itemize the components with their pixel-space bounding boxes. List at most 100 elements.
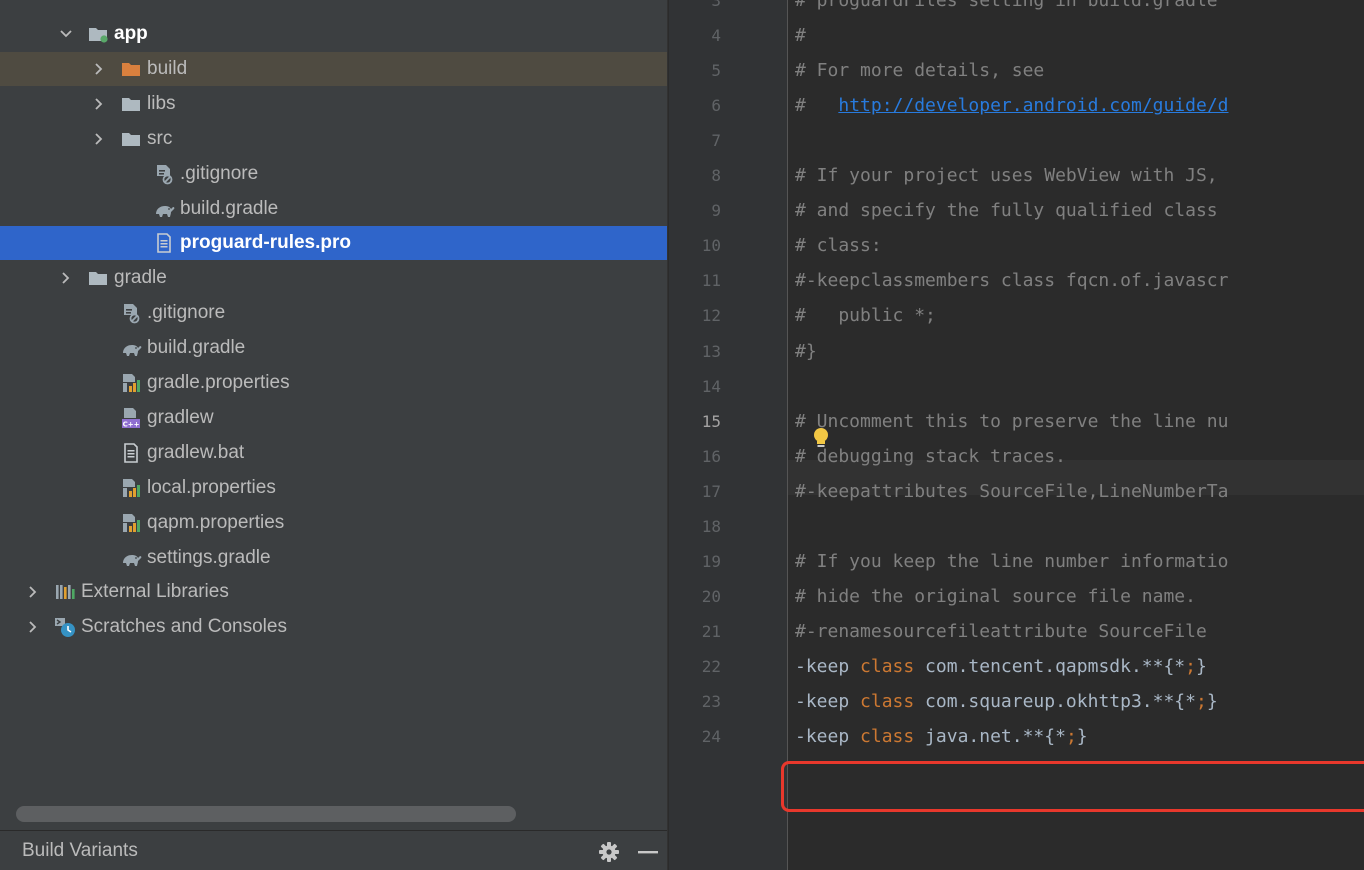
- line-number: 24: [701, 727, 721, 747]
- keyword-token: ;: [1065, 726, 1077, 748]
- chevron-right-icon[interactable]: [55, 267, 77, 289]
- tree-item[interactable]: .gitignore: [0, 157, 667, 191]
- tree-item[interactable]: .gitignore: [0, 296, 667, 330]
- code-token: # proguardFiles setting in build.gradle: [795, 0, 1218, 11]
- tree-item[interactable]: C++ gradlew: [0, 401, 667, 435]
- text-file-icon: [153, 232, 175, 254]
- tree-item[interactable]: External Libraries: [0, 575, 667, 609]
- code-line[interactable]: # If you keep the line number informatio: [795, 544, 1228, 579]
- line-number: 3: [711, 0, 721, 10]
- tree-item[interactable]: gradle.properties: [0, 366, 667, 400]
- url-link[interactable]: http://developer.android.com/guide/d: [838, 95, 1228, 116]
- code-token: # If your project uses WebView with JS,: [795, 165, 1218, 187]
- line-number: 5: [711, 61, 721, 81]
- tree-item-label: qapm.properties: [147, 511, 285, 533]
- code-line[interactable]: #-keepclassmembers class fqcn.of.javascr: [795, 263, 1228, 298]
- library-icon: [54, 581, 76, 603]
- tree-item-label: gradlew: [147, 406, 214, 428]
- line-number: 4: [711, 26, 721, 46]
- code-line[interactable]: # public *;: [795, 298, 936, 333]
- chevron-right-icon[interactable]: [88, 58, 110, 80]
- code-line[interactable]: #}: [795, 334, 817, 369]
- line-number: 21: [701, 621, 721, 641]
- chevron-right-icon[interactable]: [22, 581, 44, 603]
- tree-item[interactable]: proguard-rules.pro: [0, 226, 667, 261]
- chevron-right-icon[interactable]: [88, 93, 110, 115]
- code-line[interactable]: # For more details, see: [795, 53, 1044, 88]
- code-line[interactable]: # If your project uses WebView with JS,: [795, 158, 1218, 193]
- properties-file-icon: [120, 372, 142, 394]
- line-number: 6: [711, 96, 721, 116]
- folder-icon: [120, 93, 142, 115]
- tree-item[interactable]: libs: [0, 87, 667, 121]
- horizontal-scrollbar[interactable]: [16, 806, 652, 822]
- tree-item[interactable]: local.properties: [0, 471, 667, 505]
- code-line[interactable]: # and specify the fully qualified class: [795, 193, 1218, 228]
- tree-item-label: .gitignore: [147, 302, 226, 324]
- tree-item[interactable]: app: [0, 17, 667, 51]
- chevron-right-icon[interactable]: [88, 128, 110, 150]
- line-number: 11: [701, 271, 721, 291]
- code-token: }: [1206, 691, 1218, 712]
- code-token: # For more details, see: [795, 60, 1045, 82]
- lightbulb-icon[interactable]: [812, 426, 830, 450]
- properties-file-icon: [120, 477, 142, 499]
- keyword-token: class: [860, 691, 915, 712]
- build-variants-tab[interactable]: Build Variants: [22, 840, 138, 862]
- gear-icon[interactable]: [598, 841, 620, 863]
- tree-item[interactable]: src: [0, 122, 667, 156]
- code-token: -keep: [795, 726, 861, 748]
- code-token: }: [1076, 726, 1088, 748]
- line-number: 9: [711, 201, 721, 221]
- code-line[interactable]: -keep class com.squareup.okhttp3.**{*;}: [795, 684, 1218, 719]
- tree-item[interactable]: build.gradle: [0, 192, 667, 226]
- chevron-down-icon[interactable]: [55, 23, 77, 45]
- chevron-right-icon[interactable]: [22, 616, 44, 638]
- code-line[interactable]: # class:: [795, 228, 882, 263]
- highlighted-line-annotation: [781, 761, 1364, 812]
- module-folder-icon: [87, 23, 109, 45]
- code-line[interactable]: #: [795, 18, 806, 53]
- code-line[interactable]: # Uncomment this to preserve the line nu: [795, 404, 1228, 439]
- tree-item[interactable]: build.gradle: [0, 331, 667, 365]
- gradle-elephant-icon: [120, 337, 142, 359]
- tree-item[interactable]: build: [0, 51, 667, 86]
- code-line[interactable]: #-keepattributes SourceFile,LineNumberTa: [795, 474, 1228, 509]
- tree-item[interactable]: gradle: [0, 261, 667, 295]
- code-token: # If you keep the line number informatio: [795, 550, 1229, 572]
- code-line[interactable]: -keep class com.tencent.qapmsdk.**{*;}: [795, 649, 1207, 684]
- keyword-token: class: [860, 726, 915, 748]
- code-line[interactable]: # proguardFiles setting in build.gradle: [795, 0, 1218, 18]
- tree-item-label: src: [147, 127, 173, 149]
- tree-item[interactable]: Scratches and Consoles: [0, 610, 667, 644]
- scrollbar-thumb[interactable]: [16, 806, 516, 822]
- tree-item-label: build.gradle: [147, 337, 246, 359]
- line-number: 10: [701, 236, 721, 256]
- code-line[interactable]: # http://developer.android.com/guide/d: [795, 88, 1229, 123]
- project-tool-window: app build libs src .gitignore build.gradle pro…: [0, 0, 668, 870]
- line-number: 15: [701, 411, 721, 431]
- tree-item[interactable]: settings.gradle: [0, 541, 667, 575]
- code-line[interactable]: #-renamesourcefileattribute SourceFile: [795, 614, 1207, 649]
- code-token: # class:: [795, 235, 882, 257]
- gitignore-file-icon: [120, 302, 142, 324]
- tree-item-label: libs: [147, 92, 176, 114]
- code-token: #-keepattributes SourceFile,LineNumberTa: [795, 480, 1229, 502]
- tree-item-label: gradlew.bat: [147, 441, 245, 463]
- code-token: -keep: [795, 691, 861, 712]
- line-number: 23: [701, 692, 721, 711]
- line-number: 13: [701, 341, 721, 361]
- tree-item-label: gradle: [114, 267, 167, 289]
- code-token: #: [795, 95, 839, 117]
- tree-item[interactable]: qapm.properties: [0, 506, 667, 540]
- code-token: # Uncomment this to preserve the line nu: [795, 410, 1229, 432]
- minimize-icon[interactable]: [636, 841, 660, 863]
- tree-item[interactable]: gradlew.bat: [0, 436, 667, 470]
- code-token: #-renamesourcefileattribute SourceFile: [795, 620, 1207, 642]
- code-line[interactable]: # debugging stack traces.: [795, 439, 1066, 474]
- line-number: 16: [701, 446, 721, 466]
- tree-item-label: settings.gradle: [147, 546, 271, 568]
- code-line[interactable]: # hide the original source file name.: [795, 579, 1196, 614]
- code-line[interactable]: -keep class java.net.**{*;}: [795, 719, 1088, 754]
- line-number: 20: [701, 586, 721, 606]
